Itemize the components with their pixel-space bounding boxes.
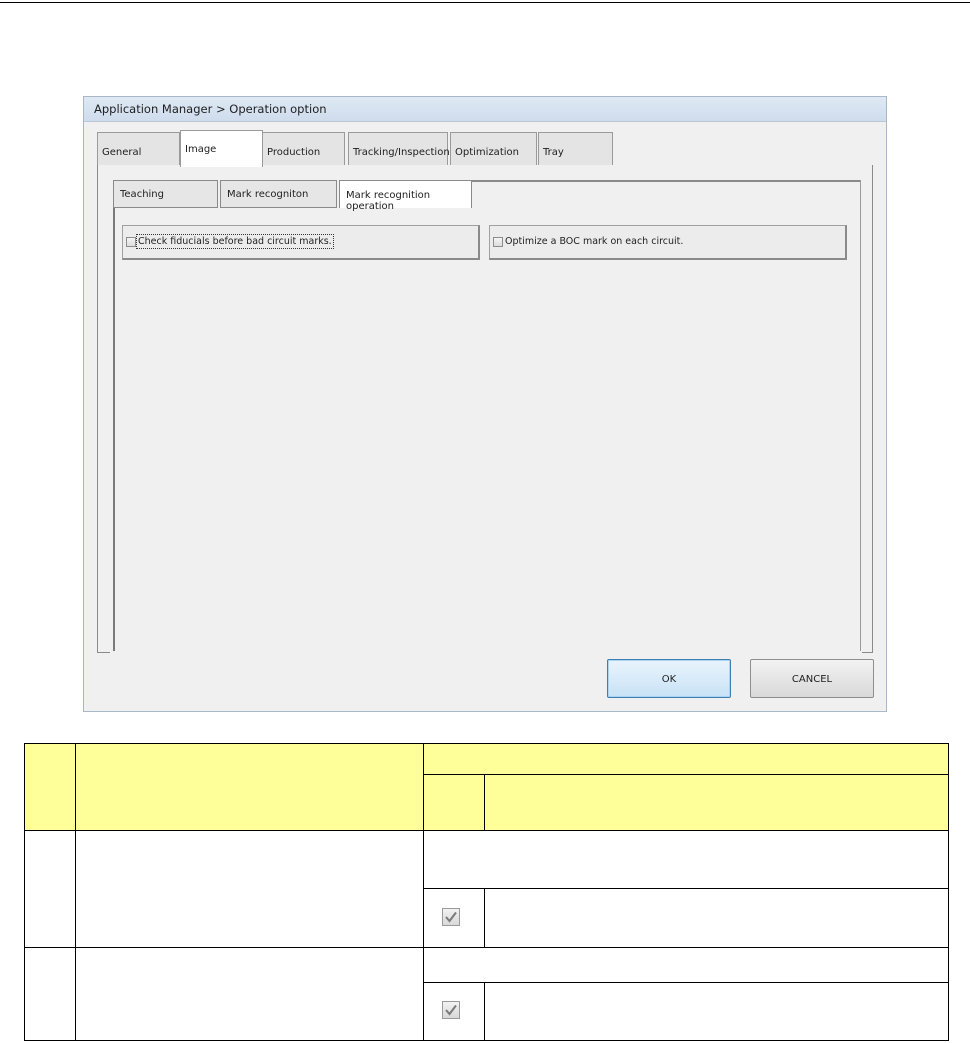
- optimize-boc-option[interactable]: Optimize a BOC mark on each circuit.: [489, 225, 847, 260]
- header-description-cell: [423, 743, 949, 775]
- table-row-item: [75, 947, 424, 1041]
- checkmark-icon: [442, 1001, 460, 1019]
- tab-production[interactable]: Production: [262, 132, 345, 166]
- page-top-rule: [0, 2, 970, 3]
- tab-label: General: [102, 147, 142, 158]
- header-setting-cell: [423, 774, 485, 831]
- table-row-check-cell: [423, 888, 485, 948]
- tab-label: Optimization: [455, 147, 519, 158]
- tab-tray[interactable]: Tray: [538, 132, 613, 166]
- table-row-check-desc: [484, 982, 949, 1041]
- subtab-label: Teaching: [120, 189, 164, 200]
- cancel-button[interactable]: CANCEL: [750, 659, 874, 698]
- tab-image[interactable]: Image: [180, 130, 263, 167]
- table-row-description: [423, 947, 949, 983]
- table-row-check-desc: [484, 888, 949, 948]
- optimize-boc-checkbox[interactable]: [493, 237, 503, 247]
- operation-option-dialog: Application Manager > Operation option G…: [83, 96, 887, 712]
- tab-general[interactable]: General: [97, 132, 180, 166]
- tab-tracking-inspection[interactable]: Tracking/Inspection: [348, 132, 450, 166]
- subtab-panel-right-edge: [860, 180, 861, 651]
- subtab-strip-line: [472, 180, 861, 182]
- subtab-mark-recognition[interactable]: Mark recogniton: [220, 180, 337, 208]
- header-no-cell: [24, 743, 76, 831]
- table-row-check-cell: [423, 982, 485, 1041]
- check-fiducials-label: Check fiducials before bad circuit marks…: [136, 234, 334, 249]
- tab-label: Tray: [543, 147, 564, 158]
- check-fiducials-checkbox[interactable]: [126, 237, 136, 247]
- table-row: [24, 830, 76, 948]
- table-row-description: [423, 830, 949, 889]
- subtab-panel-left-edge: [113, 208, 115, 651]
- tab-label: Production: [267, 147, 321, 158]
- subtab-teaching[interactable]: Teaching: [113, 180, 218, 208]
- ok-button[interactable]: OK: [607, 659, 731, 698]
- table-row-item: [75, 830, 424, 948]
- tab-label: Image: [185, 144, 217, 155]
- dialog-title: Application Manager > Operation option: [94, 102, 327, 116]
- tab-optimization[interactable]: Optimization: [450, 132, 537, 166]
- checkmark-icon: [442, 907, 460, 926]
- subtab-mark-recognition-operation[interactable]: Mark recognition operation: [339, 180, 472, 212]
- optimize-boc-label: Optimize a BOC mark on each circuit.: [505, 236, 684, 247]
- header-item-cell: [75, 743, 424, 831]
- check-fiducials-option[interactable]: Check fiducials before bad circuit marks…: [122, 225, 480, 260]
- option-description-table: [24, 743, 949, 1041]
- table-row: [24, 947, 76, 1041]
- tab-label: Tracking/Inspection: [353, 147, 450, 158]
- subtab-label: Mark recogniton: [227, 189, 309, 200]
- dialog-titlebar: Application Manager > Operation option: [84, 97, 886, 122]
- header-behavior-cell: [484, 774, 949, 831]
